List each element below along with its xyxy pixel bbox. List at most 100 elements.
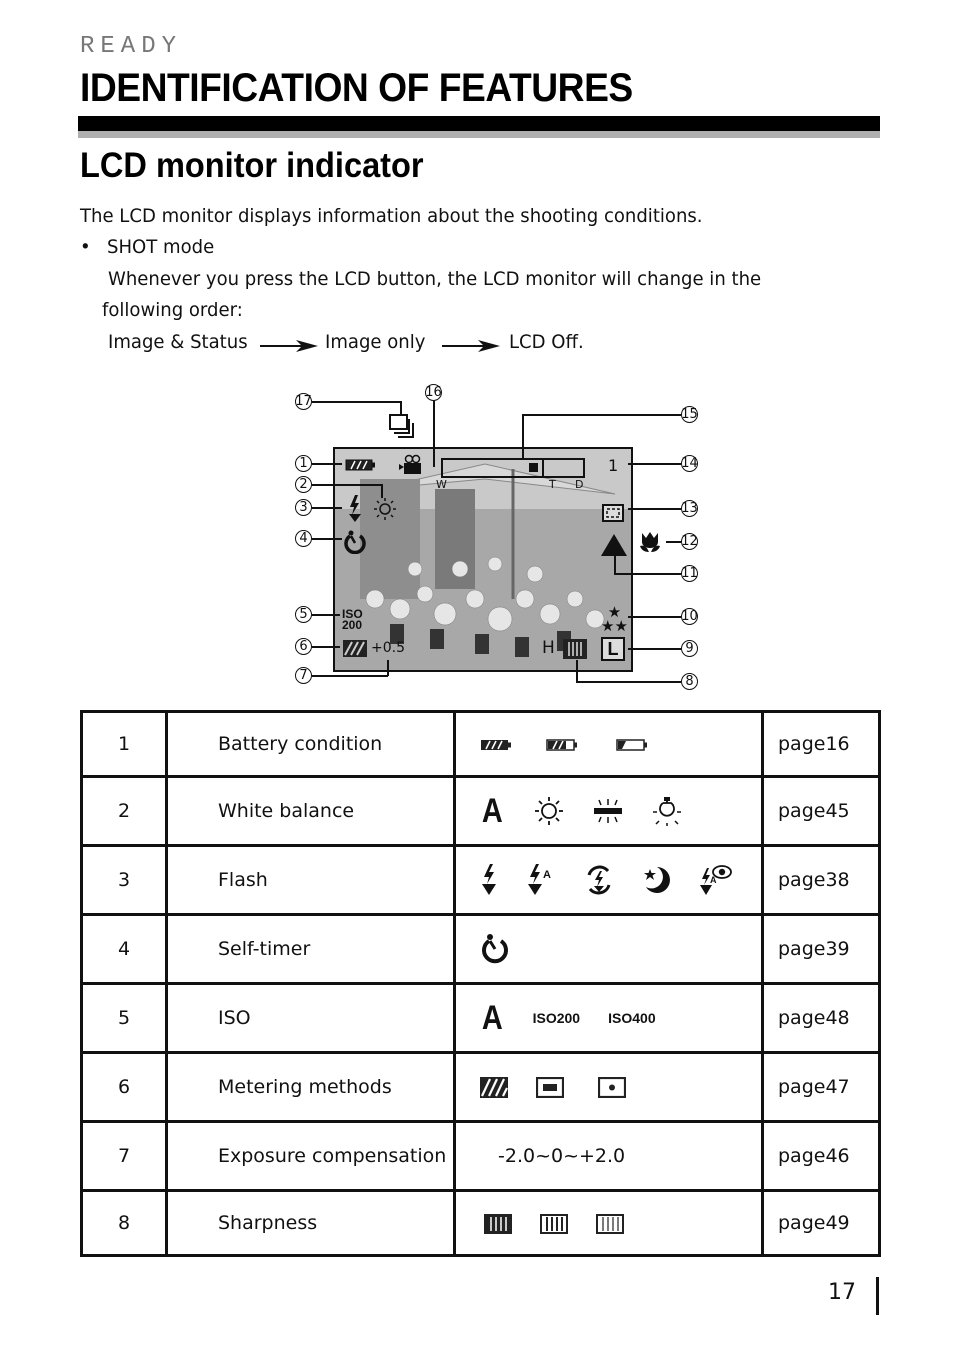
arrow-right-icon (260, 340, 318, 352)
callout-6: 6 (295, 638, 312, 655)
metering-icon (343, 640, 367, 657)
row-number: 6 (80, 1051, 168, 1123)
table-row: 5 ISO A ISO 200 ISO 400 page48 (80, 982, 881, 1054)
svg-text:A: A (543, 869, 551, 881)
leader-line (522, 414, 524, 458)
table-row: 6 Metering methods page47 (80, 1051, 881, 1123)
feature-icons: A A (453, 844, 764, 916)
iso-value: 400 (632, 1009, 656, 1026)
callout-9: 9 (681, 640, 698, 657)
leader-line (628, 648, 681, 650)
exposure-value: +0.5 (371, 640, 405, 656)
feature-icons (453, 1189, 764, 1257)
intro-line-1: Whenever you press the LCD button, the L… (108, 268, 762, 290)
leader-line (628, 463, 681, 465)
sharpness-soft-icon (596, 1213, 625, 1234)
row-number: 7 (80, 1120, 168, 1192)
leader-line (312, 646, 340, 648)
feature-icons (453, 710, 764, 778)
iso-200-icon: ISO 200 (533, 1011, 580, 1025)
feature-name: Metering methods (165, 1051, 456, 1123)
flash-icon (349, 495, 361, 522)
page-reference: page49 (761, 1189, 881, 1257)
feature-name: Exposure compensation (165, 1120, 456, 1192)
iso-label: ISO (608, 1009, 633, 1026)
feature-icons: A ISO 200 ISO 400 (453, 982, 764, 1054)
table-row: 3 Flash A A page38 (80, 844, 881, 916)
feature-icons (453, 1051, 764, 1123)
leader-line (312, 538, 342, 540)
leader-line (666, 541, 681, 543)
battery-full-icon (345, 459, 375, 471)
page-reference: page38 (761, 844, 881, 916)
page-reference: page16 (761, 710, 881, 778)
bullet-shot-mode: SHOT mode (107, 236, 215, 258)
zoom-bar-icon (441, 458, 585, 478)
table-row: 8 Sharpness page49 (80, 1189, 881, 1257)
page-reference: page45 (761, 775, 881, 847)
battery-full-icon (481, 739, 511, 750)
macro-icon (640, 532, 660, 552)
flash-off-icon (587, 865, 611, 895)
intro-paragraph: The LCD monitor displays information abo… (80, 205, 703, 227)
flash-on-icon (482, 864, 496, 895)
section-label: READY (80, 33, 183, 60)
row-number: 1 (80, 710, 168, 778)
leader-line (312, 507, 342, 509)
leader-line (312, 401, 402, 403)
af-frame-icon (602, 504, 624, 522)
leader-line (312, 484, 382, 486)
callout-13: 13 (681, 500, 698, 517)
callout-3: 3 (295, 499, 312, 516)
spot-metering-icon (598, 1077, 627, 1098)
section-title: LCD monitor indicator (80, 146, 424, 185)
auto-wb-icon: A (481, 792, 503, 830)
table-row: 4 Self-timer page39 (80, 913, 881, 985)
iso-value: 200 (342, 618, 363, 632)
page-title: IDENTIFICATION OF FEATURES (80, 66, 633, 110)
flower-market-photo (335, 449, 631, 670)
exposure-range: -2.0~0~+2.0 (453, 1120, 764, 1192)
table-row: 7 Exposure compensation -2.0~0~+2.0 page… (80, 1120, 881, 1192)
leader-line (576, 681, 681, 683)
self-timer-icon (344, 530, 366, 554)
callout-5: 5 (295, 606, 312, 623)
leader-line (312, 675, 388, 677)
row-number: 8 (80, 1189, 168, 1257)
flash-auto-icon: A (528, 864, 551, 895)
row-number: 2 (80, 775, 168, 847)
callout-12: 12 (681, 533, 698, 550)
table-row: 2 White balance A page45 (80, 775, 881, 847)
row-number: 5 (80, 982, 168, 1054)
leader-line (381, 484, 383, 498)
page-reference: page46 (761, 1120, 881, 1192)
title-rule-dark (78, 116, 880, 131)
iso-indicator: ISO 200 (342, 608, 363, 632)
leader-line (387, 660, 389, 676)
page-reference: page48 (761, 982, 881, 1054)
tungsten-icon (652, 797, 681, 826)
sharpness-normal-icon (540, 1213, 569, 1234)
row-number: 3 (80, 844, 168, 916)
feature-name: Battery condition (165, 710, 456, 778)
page-reference: page39 (761, 913, 881, 985)
leader-line (400, 401, 402, 415)
feature-name: Flash (165, 844, 456, 916)
battery-half-icon (546, 738, 578, 751)
sequence-step-3: LCD Off. (509, 331, 584, 353)
leader-line (576, 660, 578, 682)
sharpness-label: H (542, 638, 555, 658)
features-table: 1 Battery condition page16 2 White balan… (80, 710, 881, 1257)
zoom-digital-label: D (575, 478, 584, 491)
daylight-icon (374, 498, 396, 520)
leader-line (628, 508, 681, 510)
leader-line (433, 401, 435, 467)
iso-auto-icon: A (481, 999, 503, 1037)
callout-2: 2 (295, 476, 312, 493)
leader-line (312, 614, 340, 616)
intro-line-2: following order: (102, 299, 243, 321)
callout-10: 10 (681, 608, 698, 625)
leader-line (614, 553, 616, 574)
continuous-shot-icon (389, 414, 414, 438)
movie-camera-icon (399, 454, 421, 474)
